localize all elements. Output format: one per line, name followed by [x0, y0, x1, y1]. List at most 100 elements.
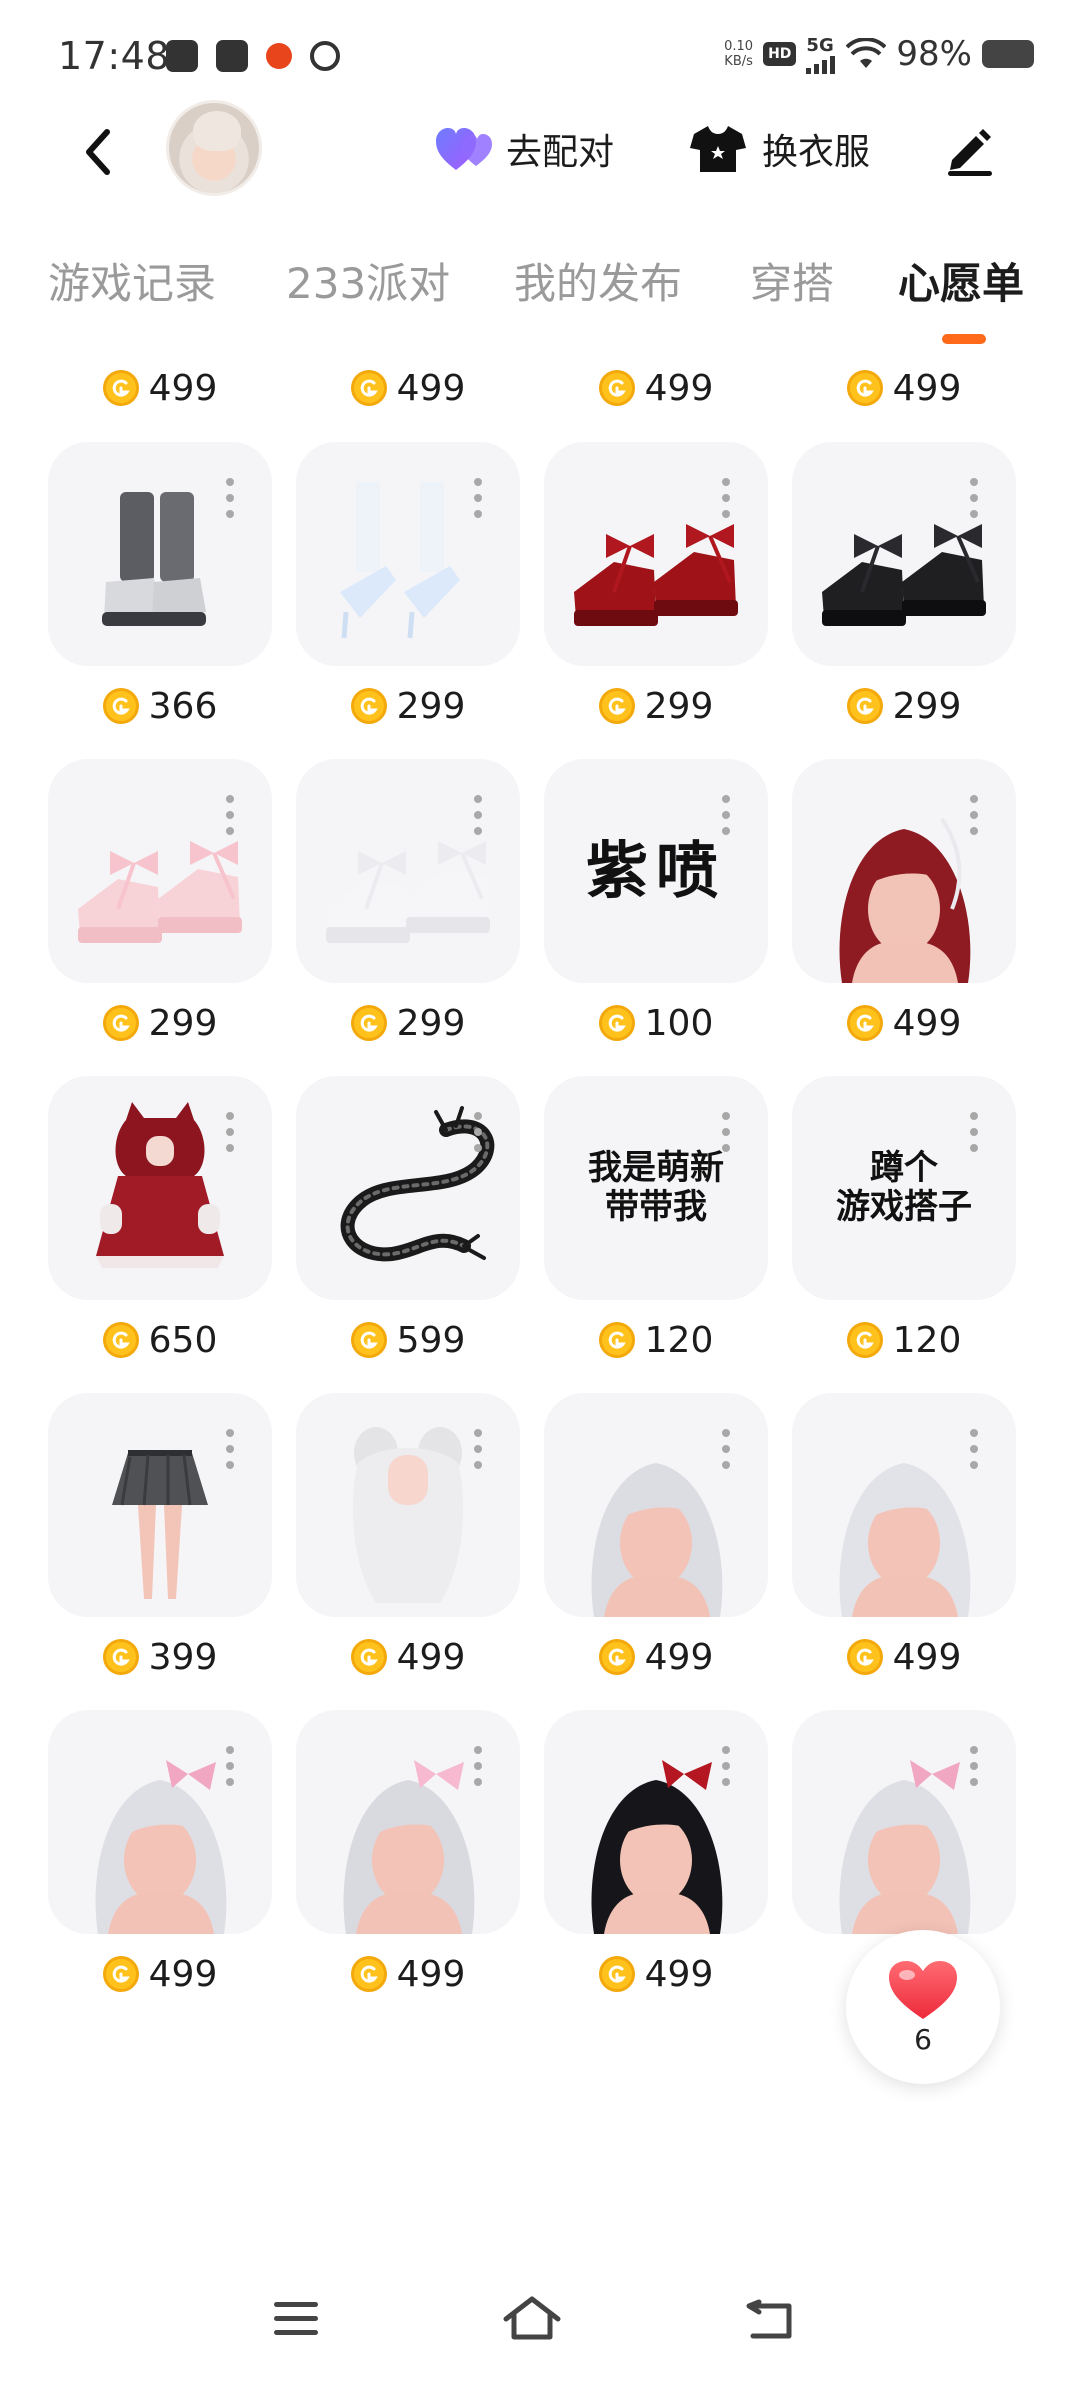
- price-value: 499: [644, 1953, 714, 1995]
- more-options-icon[interactable]: [474, 1429, 482, 1469]
- scissors-app-icon: [166, 40, 198, 72]
- network-type: 5G: [806, 34, 834, 56]
- white-heels-image: [296, 442, 520, 666]
- wishlist-item-card[interactable]: [296, 1076, 520, 1300]
- coin-icon: [350, 1956, 387, 1992]
- more-options-icon[interactable]: [226, 1112, 234, 1152]
- outfit-label: 换衣服: [762, 132, 871, 173]
- wishlist-item-card[interactable]: [296, 1710, 520, 1934]
- item-text-art: 我是萌新 带带我: [544, 1076, 768, 1300]
- more-options-icon[interactable]: [722, 478, 730, 518]
- wishlist-item-card[interactable]: [48, 1076, 272, 1300]
- coin-icon: [598, 1639, 635, 1675]
- more-options-icon[interactable]: [474, 1112, 482, 1152]
- tab-wishlist[interactable]: 心愿单: [898, 250, 1024, 311]
- tab-233-party[interactable]: 233派对: [286, 250, 450, 311]
- mail-app-icon: [216, 40, 248, 72]
- more-options-icon[interactable]: [226, 1746, 234, 1786]
- wishlist-item-card[interactable]: [48, 1710, 272, 1934]
- wifi-icon: [846, 38, 887, 68]
- signal-icon: [806, 55, 836, 74]
- price-value: 399: [148, 1636, 218, 1678]
- price-value: 499: [396, 367, 466, 409]
- status-right: 0.10 KB/s HD 5G 98%: [724, 34, 1034, 74]
- more-options-icon[interactable]: [226, 1429, 234, 1469]
- item-price: 299: [296, 680, 520, 732]
- silver-hair-a-image: [544, 1393, 768, 1617]
- wishlist-item-card[interactable]: [296, 1393, 520, 1617]
- price-value: 366: [148, 685, 218, 727]
- item-price: 499: [296, 1631, 520, 1683]
- menu-icon: [274, 2302, 318, 2335]
- back-nav-button[interactable]: [740, 2288, 800, 2348]
- item-text-line: 蹲个: [870, 1147, 938, 1188]
- more-options-icon[interactable]: [226, 478, 234, 518]
- tab-outfits[interactable]: 穿搭: [750, 250, 834, 311]
- item-price: 299: [48, 997, 272, 1049]
- double-heart-icon: [436, 128, 492, 170]
- price-value: 499: [892, 367, 962, 409]
- more-options-icon[interactable]: [226, 795, 234, 835]
- wishlist-item-card[interactable]: [792, 1710, 1016, 1934]
- coin-icon: [598, 370, 635, 406]
- wishlist-item-card[interactable]: [792, 1393, 1016, 1617]
- coin-icon: [846, 1005, 883, 1041]
- more-options-icon[interactable]: [970, 1746, 978, 1786]
- wishlist-item-card[interactable]: [48, 1393, 272, 1617]
- grey-skirt-image: [48, 1393, 272, 1617]
- black-platform-shoes-image: [792, 442, 1016, 666]
- price-value: 299: [396, 685, 466, 727]
- more-options-icon[interactable]: [970, 1112, 978, 1152]
- menu-nav-button[interactable]: [266, 2288, 326, 2348]
- more-options-icon[interactable]: [970, 1429, 978, 1469]
- edit-button[interactable]: [944, 124, 996, 176]
- wishlist-item-card[interactable]: [296, 759, 520, 983]
- wishlist-item-card[interactable]: 蹲个 游戏搭子: [792, 1076, 1016, 1300]
- more-options-icon[interactable]: [970, 795, 978, 835]
- wishlist-item-card[interactable]: [48, 442, 272, 666]
- price-value: 299: [396, 1002, 466, 1044]
- avatar[interactable]: [166, 100, 262, 196]
- white-twin-hair-image: [296, 1393, 520, 1617]
- tab-game-records[interactable]: 游戏记录: [48, 250, 216, 311]
- wishlist-item-card[interactable]: [48, 759, 272, 983]
- wishlist-item-card[interactable]: [296, 442, 520, 666]
- item-price: 499: [48, 1948, 272, 2000]
- more-options-icon[interactable]: [722, 1746, 730, 1786]
- more-options-icon[interactable]: [474, 795, 482, 835]
- coin-icon: [350, 370, 387, 406]
- more-options-icon[interactable]: [722, 795, 730, 835]
- more-options-icon[interactable]: [970, 478, 978, 518]
- coin-icon: [350, 1005, 387, 1041]
- wishlist-item-card[interactable]: 紫喷: [544, 759, 768, 983]
- silver-hair-pink-bow-image: [48, 1710, 272, 1934]
- coin-icon: [350, 688, 387, 724]
- profile-tabs: 游戏记录 233派对 我的发布 穿搭 心愿单: [0, 250, 1080, 340]
- more-options-icon[interactable]: [474, 478, 482, 518]
- price-value: 120: [644, 1319, 714, 1361]
- wishlist-item-card[interactable]: [544, 1710, 768, 1934]
- coin-icon: [598, 688, 635, 724]
- more-options-icon[interactable]: [722, 1112, 730, 1152]
- home-nav-button[interactable]: [502, 2288, 562, 2348]
- back-button[interactable]: [76, 122, 120, 182]
- coin-icon: [350, 1322, 387, 1358]
- signal-group: 5G: [806, 35, 836, 74]
- wishlist-item-card[interactable]: [792, 759, 1016, 983]
- more-options-icon[interactable]: [722, 1429, 730, 1469]
- grey-boots-image: [48, 442, 272, 666]
- wishlist-item-card[interactable]: [544, 442, 768, 666]
- favorites-button[interactable]: 6: [846, 1930, 1000, 2084]
- match-button[interactable]: 去配对: [436, 120, 614, 178]
- change-outfit-button[interactable]: 换衣服: [690, 120, 870, 178]
- more-options-icon[interactable]: [474, 1746, 482, 1786]
- silver-hair-c-image: [296, 1710, 520, 1934]
- partial-row-price: 499: [48, 362, 272, 414]
- red-platform-shoes-image: [544, 442, 768, 666]
- wishlist-item-card[interactable]: [792, 442, 1016, 666]
- tab-my-posts[interactable]: 我的发布: [514, 250, 682, 311]
- wishlist-item-card[interactable]: 我是萌新 带带我: [544, 1076, 768, 1300]
- wishlist-item-card[interactable]: [544, 1393, 768, 1617]
- silver-hair-pink-ears-image: [792, 1710, 1016, 1934]
- chevron-left-icon: [86, 129, 110, 175]
